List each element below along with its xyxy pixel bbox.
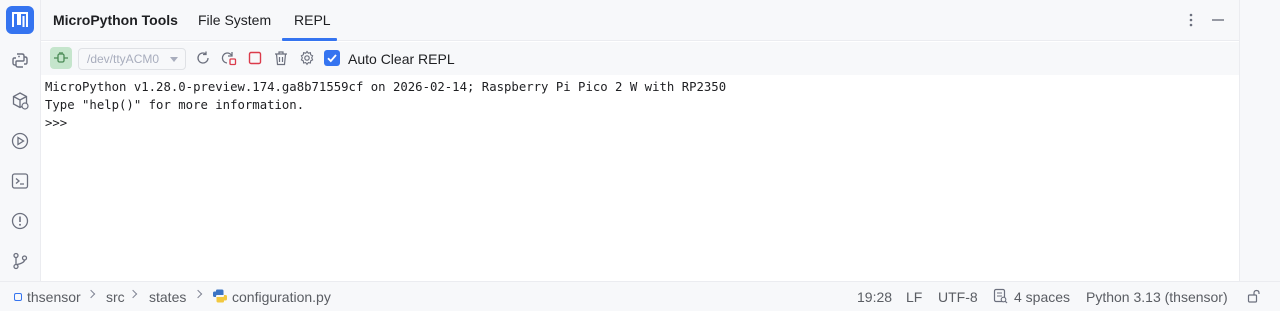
lock-icon[interactable] xyxy=(1247,289,1261,306)
auto-clear-checkbox[interactable] xyxy=(324,50,340,66)
chevron-right-icon xyxy=(86,289,96,299)
micropython-tool-window: MicroPython Tools File System REPL /dev/… xyxy=(41,0,1239,281)
micropython-logo-icon[interactable] xyxy=(6,6,34,34)
breadcrumb-folder[interactable]: src xyxy=(106,289,125,305)
chevron-right-icon xyxy=(193,289,203,299)
refresh-icon[interactable] xyxy=(192,47,214,69)
gear-icon[interactable] xyxy=(296,47,318,69)
chevron-down-icon xyxy=(170,57,178,62)
caret-position[interactable]: 19:28 xyxy=(857,289,892,305)
git-icon[interactable] xyxy=(8,249,32,273)
terminal-icon[interactable] xyxy=(8,169,32,193)
console-line: Type "help()" for more information. xyxy=(45,98,305,112)
active-tab-indicator xyxy=(282,38,337,41)
port-select[interactable]: /dev/ttyACM0 xyxy=(78,48,186,70)
breadcrumb-project[interactable]: thsensor xyxy=(27,289,81,305)
tab-repl[interactable]: REPL xyxy=(294,12,331,28)
auto-clear-label[interactable]: Auto Clear REPL xyxy=(348,51,455,67)
breadcrumb-file[interactable]: configuration.py xyxy=(232,289,331,305)
tool-window-title: MicroPython Tools xyxy=(53,12,178,28)
console-prompt: >>> xyxy=(45,116,68,130)
reset-icon[interactable] xyxy=(218,47,240,69)
python-interpreter[interactable]: Python 3.13 (thsensor) xyxy=(1086,289,1228,305)
chevron-right-icon xyxy=(128,289,138,299)
indent-icon xyxy=(993,288,1008,307)
port-select-value: /dev/ttyACM0 xyxy=(87,52,160,66)
console-line: MicroPython v1.28.0-preview.174.ga8b7155… xyxy=(45,80,727,94)
stop-icon[interactable] xyxy=(244,47,266,69)
file-encoding[interactable]: UTF-8 xyxy=(938,289,978,305)
trash-icon[interactable] xyxy=(270,47,292,69)
problems-icon[interactable] xyxy=(8,209,32,233)
connect-icon[interactable] xyxy=(50,47,72,69)
ide-window: MicroPython Tools File System REPL /dev/… xyxy=(0,0,1280,311)
left-tool-strip xyxy=(0,0,41,281)
tab-file-system[interactable]: File System xyxy=(198,12,271,28)
repl-console[interactable]: MicroPython v1.28.0-preview.174.ga8b7155… xyxy=(41,75,1239,281)
python-icon[interactable] xyxy=(8,49,32,73)
packages-icon[interactable] xyxy=(8,89,32,113)
status-bar: thsensor src states configuration.py 19:… xyxy=(0,281,1280,311)
indent-setting[interactable]: 4 spaces xyxy=(1014,289,1070,305)
run-icon[interactable] xyxy=(8,129,32,153)
tool-window-header: MicroPython Tools File System REPL xyxy=(41,0,1239,41)
module-icon xyxy=(14,293,22,301)
repl-toolbar: /dev/ttyACM0 Auto Clear REPL xyxy=(41,42,1239,75)
more-options-icon[interactable] xyxy=(1181,10,1201,30)
breadcrumb-folder[interactable]: states xyxy=(149,289,186,305)
minimize-icon[interactable] xyxy=(1208,10,1228,30)
python-file-icon xyxy=(212,288,228,307)
line-separator[interactable]: LF xyxy=(906,289,922,305)
right-tool-strip xyxy=(1239,0,1280,281)
